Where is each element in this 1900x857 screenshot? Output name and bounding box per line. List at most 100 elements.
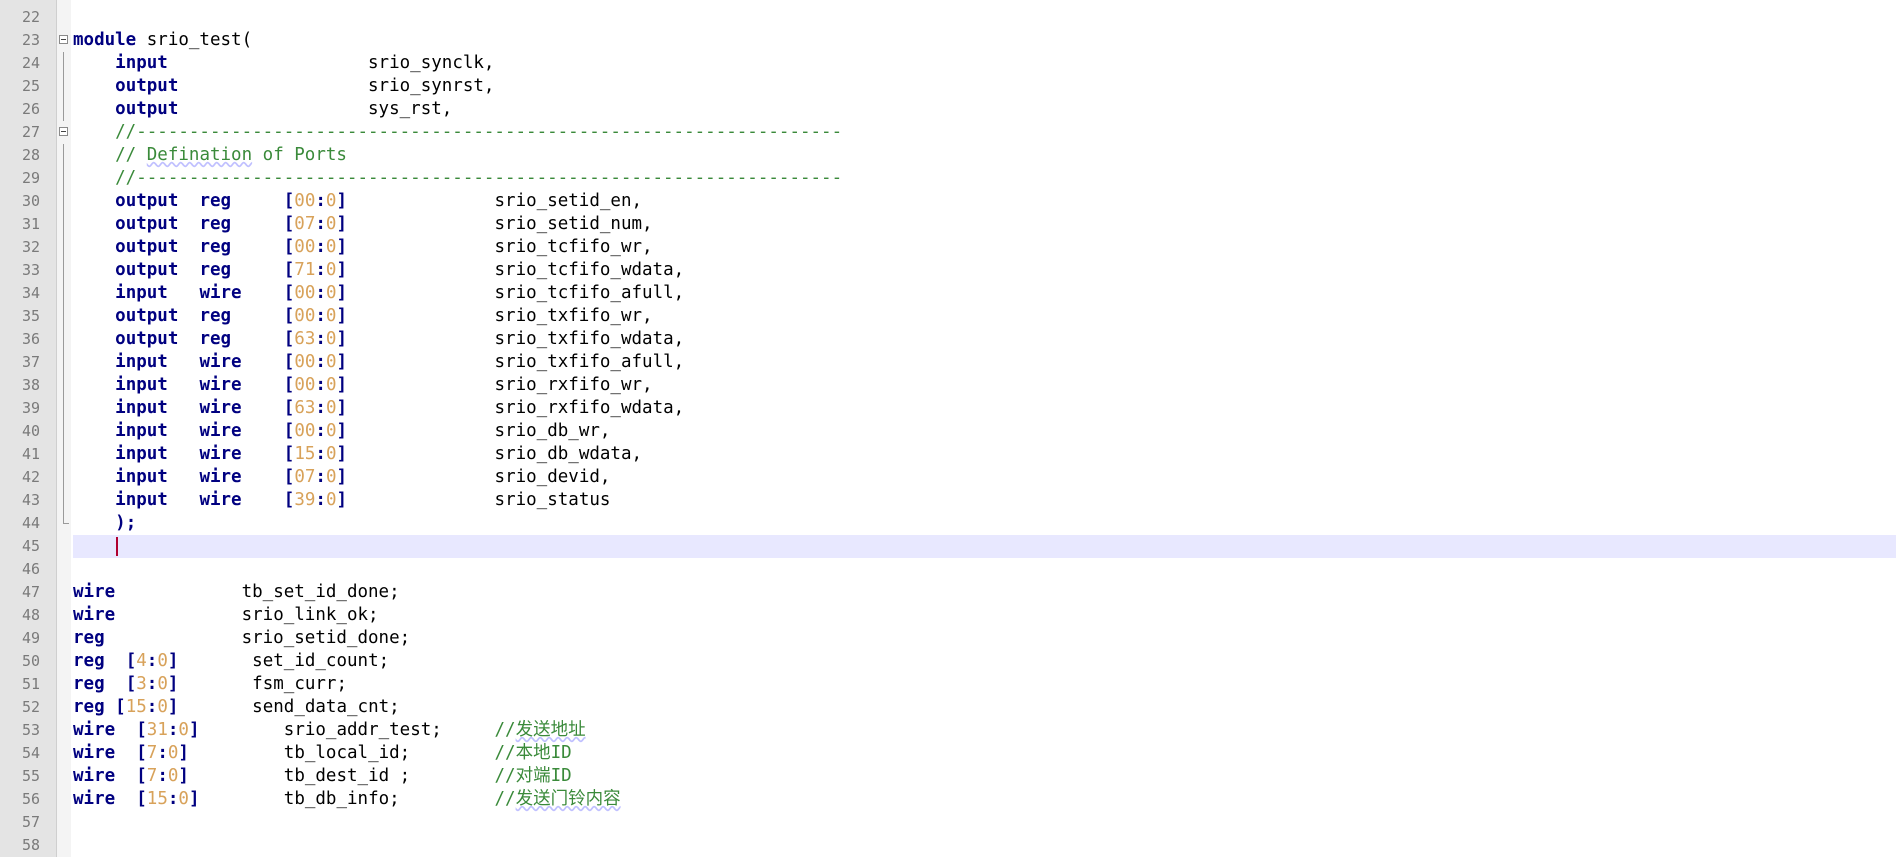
code-token: :: [157, 743, 168, 763]
code-text[interactable]: module srio_test(: [73, 29, 252, 52]
code-editor[interactable]: 22 23 module srio_test(24 input srio_syncl…: [0, 0, 1900, 857]
code-token: ]: [188, 789, 200, 809]
code-text[interactable]: input wire [15:0] srio_db_wdata,: [73, 443, 642, 466]
code-line[interactable]: 54 wire [7:0] tb_local_id; //本地ID: [0, 742, 1900, 765]
code-line[interactable]: 33 output reg [71:0] srio_tcfifo_wdata,: [0, 259, 1900, 282]
code-line[interactable]: 50 reg [4:0] set_id_count;: [0, 650, 1900, 673]
code-line[interactable]: 56 wire [15:0] tb_db_info; //发送门铃内容: [0, 788, 1900, 811]
fold-collapse-icon[interactable]: [59, 35, 68, 44]
code-token: set_id_count;: [178, 651, 390, 671]
code-text[interactable]: output reg [00:0] srio_txfifo_wr,: [73, 305, 653, 328]
code-token: srio_link_ok;: [115, 605, 379, 625]
code-token: srio_tcfifo_wdata,: [347, 260, 685, 280]
code-line[interactable]: 31 output reg [07:0] srio_setid_num,: [0, 213, 1900, 236]
code-text[interactable]: output reg [63:0] srio_txfifo_wdata,: [73, 328, 684, 351]
code-line[interactable]: 36 output reg [63:0] srio_txfifo_wdata,: [0, 328, 1900, 351]
text-cursor: [116, 537, 118, 556]
code-line[interactable]: 26 output sys_rst,: [0, 98, 1900, 121]
line-number: 28: [21, 146, 40, 164]
code-text[interactable]: output reg [00:0] srio_setid_en,: [73, 190, 642, 213]
code-text[interactable]: input wire [00:0] srio_db_wr,: [73, 420, 610, 443]
code-token: 0: [325, 421, 337, 441]
code-line[interactable]: 34 input wire [00:0] srio_tcfifo_afull,: [0, 282, 1900, 305]
code-line[interactable]: 27 //-----------------------------------…: [0, 121, 1900, 144]
code-line[interactable]: 42 input wire [07:0] srio_devid,: [0, 466, 1900, 489]
code-line[interactable]: 41 input wire [15:0] srio_db_wdata,: [0, 443, 1900, 466]
line-number: 43: [21, 491, 40, 509]
code-text[interactable]: wire [7:0] tb_local_id; //本地ID: [73, 742, 572, 765]
code-text[interactable]: wire [31:0] srio_addr_test; //发送地址: [73, 719, 586, 742]
code-text[interactable]: reg srio_setid_done;: [73, 627, 410, 650]
code-line[interactable]: 28 // Defination of Ports: [0, 144, 1900, 167]
code-token: 15: [125, 697, 147, 717]
code-text[interactable]: output reg [71:0] srio_tcfifo_wdata,: [73, 259, 684, 282]
code-line[interactable]: 53 wire [31:0] srio_addr_test; //发送地址: [0, 719, 1900, 742]
code-text[interactable]: input wire [00:0] srio_txfifo_afull,: [73, 351, 684, 374]
code-token: srio_test(: [136, 30, 253, 50]
code-text[interactable]: wire [7:0] tb_dest_id ; //对端ID: [73, 765, 572, 788]
code-text[interactable]: wire srio_link_ok;: [73, 604, 379, 627]
code-line[interactable]: 40 input wire [00:0] srio_db_wr,: [0, 420, 1900, 443]
code-token: [: [283, 352, 295, 372]
code-token: [: [283, 375, 295, 395]
code-line[interactable]: 23 module srio_test(: [0, 29, 1900, 52]
code-token: Defination: [146, 145, 253, 165]
fold-guide-line: [63, 420, 64, 443]
code-token: srio_synrst,: [178, 76, 495, 96]
code-text[interactable]: input wire [63:0] srio_rxfifo_wdata,: [73, 397, 684, 420]
code-text[interactable]: reg [15:0] send_data_cnt;: [73, 696, 400, 719]
code-text[interactable]: wire [15:0] tb_db_info; //发送门铃内容: [73, 788, 621, 811]
code-line[interactable]: 57: [0, 811, 1900, 834]
fold-guide-line: [63, 351, 64, 374]
code-text[interactable]: output reg [00:0] srio_tcfifo_wr,: [73, 236, 652, 259]
code-line[interactable]: 46: [0, 558, 1900, 581]
code-text[interactable]: wire tb_set_id_done;: [73, 581, 400, 604]
code-text[interactable]: //--------------------------------------…: [73, 167, 842, 190]
fold-guide-line: [63, 98, 64, 121]
code-line[interactable]: 47 wire tb_set_id_done;: [0, 581, 1900, 604]
code-line[interactable]: 29 //-----------------------------------…: [0, 167, 1900, 190]
code-text[interactable]: input wire [39:0] srio_status: [73, 489, 610, 512]
code-line[interactable]: 43 input wire [39:0] srio_status: [0, 489, 1900, 512]
code-line[interactable]: 49 reg srio_setid_done;: [0, 627, 1900, 650]
code-line[interactable]: 35 output reg [00:0] srio_txfifo_wr,: [0, 305, 1900, 328]
code-line[interactable]: 25 output srio_synrst,: [0, 75, 1900, 98]
code-text[interactable]: output reg [07:0] srio_setid_num,: [73, 213, 652, 236]
code-line[interactable]: 48 wire srio_link_ok;: [0, 604, 1900, 627]
code-text[interactable]: reg [3:0] fsm_curr;: [73, 673, 347, 696]
code-text[interactable]: input srio_synclk,: [73, 52, 494, 75]
code-text[interactable]: output srio_synrst,: [73, 75, 494, 98]
code-line[interactable]: 22: [0, 6, 1900, 29]
code-line[interactable]: 30 output reg [00:0] srio_setid_en,: [0, 190, 1900, 213]
code-text[interactable]: //--------------------------------------…: [73, 121, 842, 144]
fold-collapse-icon[interactable]: [59, 127, 68, 136]
code-line[interactable]: 51 reg [3:0] fsm_curr;: [0, 673, 1900, 696]
code-line[interactable]: 24 input srio_synclk,: [0, 52, 1900, 75]
code-line[interactable]: 55 wire [7:0] tb_dest_id ; //对端ID: [0, 765, 1900, 788]
code-text[interactable]: input wire [00:0] srio_rxfifo_wr,: [73, 374, 652, 397]
code-token: srio_txfifo_wr,: [347, 306, 653, 326]
code-line[interactable]: 44 );: [0, 512, 1900, 535]
code-line[interactable]: 58: [0, 834, 1900, 857]
code-lines[interactable]: 22 23 module srio_test(24 input srio_syncl…: [0, 6, 1900, 857]
code-token: 0: [325, 352, 337, 372]
code-line[interactable]: 52 reg [15:0] send_data_cnt;: [0, 696, 1900, 719]
code-text[interactable]: // Defination of Ports: [73, 144, 347, 167]
code-line[interactable]: 37 input wire [00:0] srio_txfifo_afull,: [0, 351, 1900, 374]
code-text[interactable]: input wire [07:0] srio_devid,: [73, 466, 610, 489]
current-line[interactable]: 45: [0, 535, 1900, 558]
code-text[interactable]: input wire [00:0] srio_tcfifo_afull,: [73, 282, 684, 305]
code-line[interactable]: 38 input wire [00:0] srio_rxfifo_wr,: [0, 374, 1900, 397]
line-number: 34: [21, 284, 40, 302]
code-token: :: [315, 237, 326, 257]
code-text[interactable]: );: [73, 512, 136, 535]
code-token: input: [115, 490, 168, 510]
code-text[interactable]: output sys_rst,: [73, 98, 452, 121]
code-text[interactable]: reg [4:0] set_id_count;: [73, 650, 389, 673]
code-line[interactable]: 32 output reg [00:0] srio_tcfifo_wr,: [0, 236, 1900, 259]
code-line[interactable]: 39 input wire [63:0] srio_rxfifo_wdata,: [0, 397, 1900, 420]
